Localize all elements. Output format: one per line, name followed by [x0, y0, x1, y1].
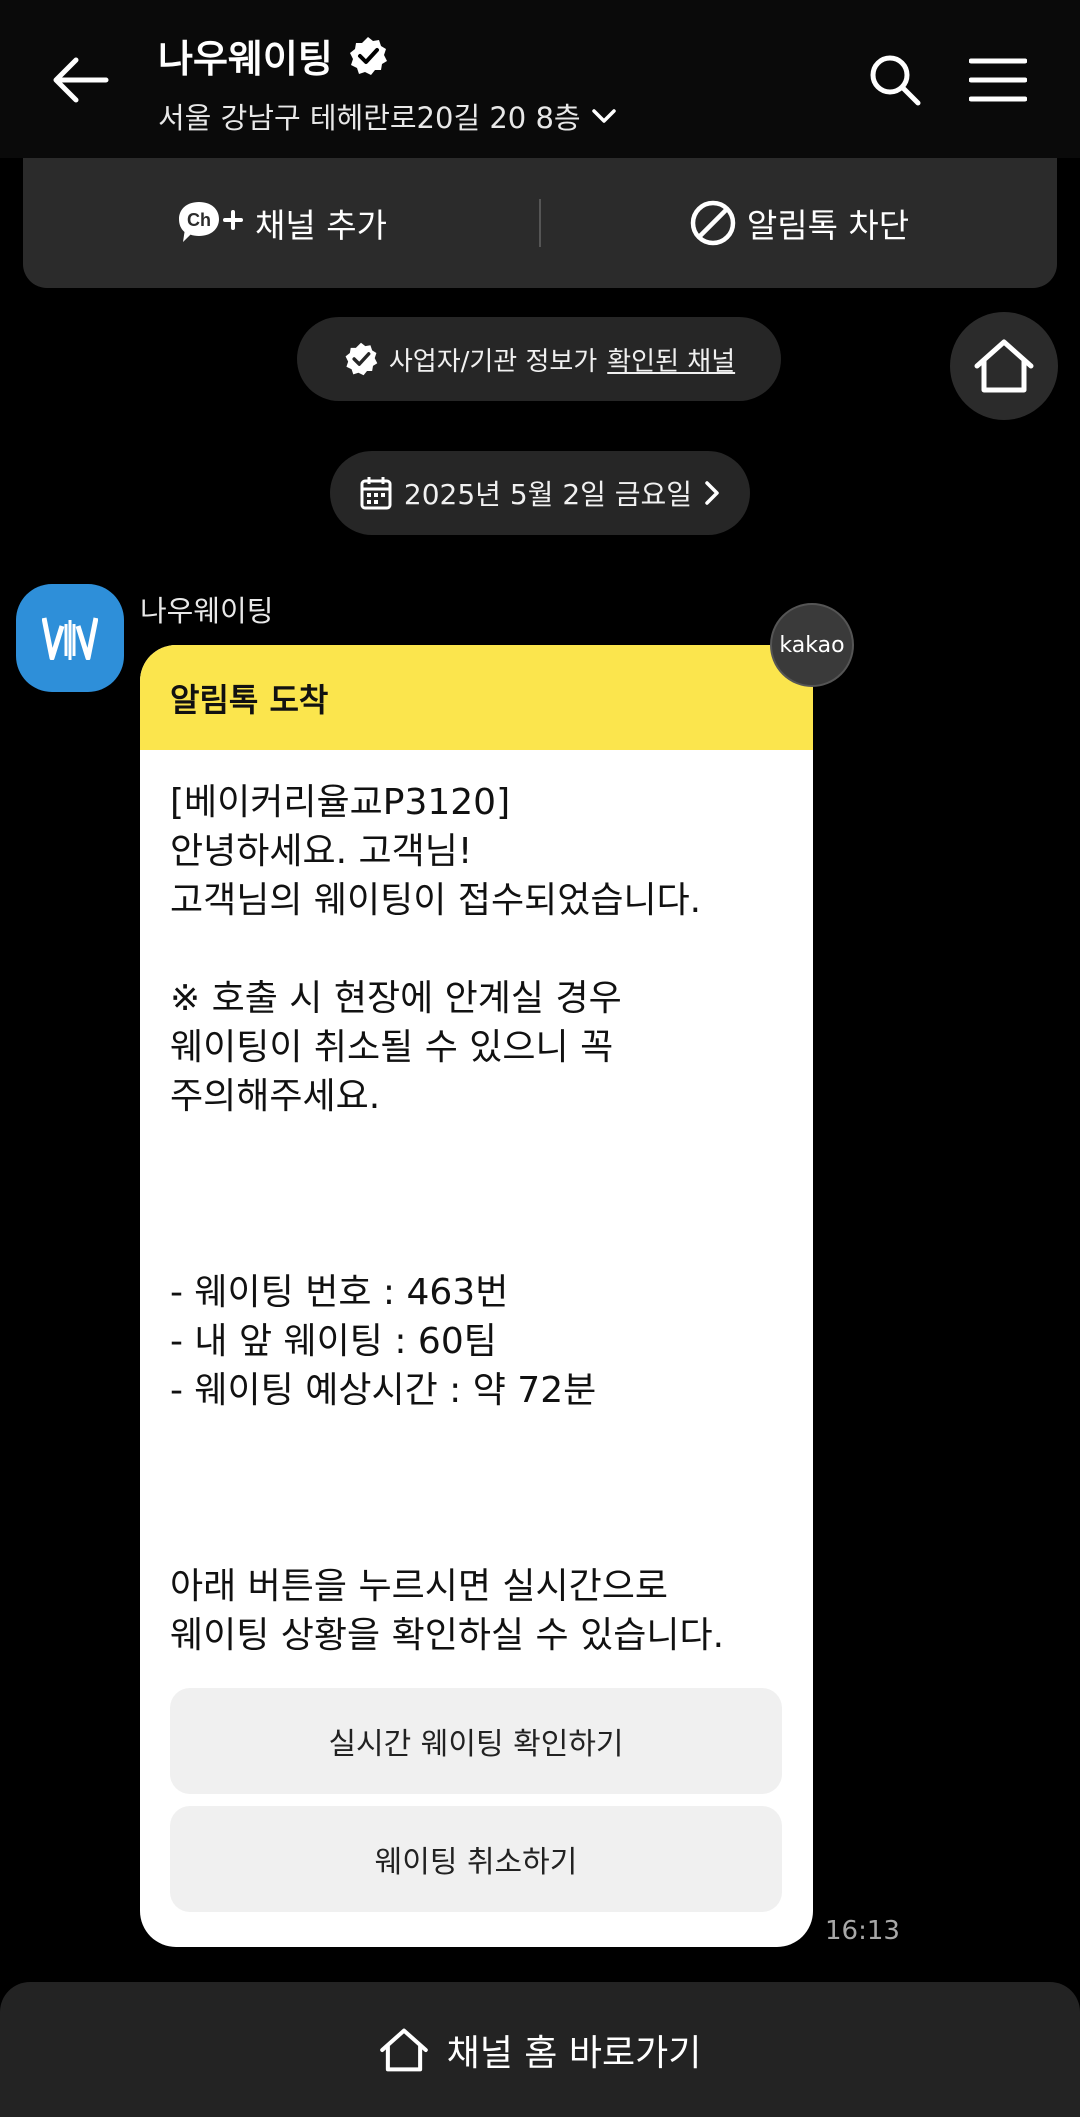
message-line: [170, 925, 783, 974]
arrow-left-icon: [53, 57, 109, 103]
channel-home-shortcut-label: 채널 홈 바로가기: [446, 2032, 702, 2074]
message-line: 아래 버튼을 누르시면 실시간으로: [170, 1566, 669, 1607]
chevron-right-icon: [705, 481, 719, 505]
date-divider[interactable]: 2025년 5월 2일 금요일: [330, 451, 750, 535]
channel-home-shortcut-button[interactable]: 채널 홈 바로가기: [0, 1982, 1080, 2117]
alimtalk-message-bubble: 알림톡 도착 [베이커리율교P3120] 안녕하세요. 고객님! 고객님의 웨이…: [140, 645, 813, 1947]
back-button[interactable]: [40, 40, 120, 120]
search-button[interactable]: [855, 40, 935, 120]
message-line: ※ 호출 시 현장에 안계실 경우: [170, 978, 622, 1019]
add-channel-button[interactable]: Ch 채널 추가: [23, 158, 539, 288]
block-notification-label: 알림톡 차단: [746, 206, 910, 245]
message-line: [170, 1170, 783, 1219]
calendar-icon: [360, 477, 392, 510]
channel-action-bar: Ch 채널 추가 알림톡 차단: [23, 158, 1057, 288]
date-label: 2025년 5월 2일 금요일: [403, 478, 693, 511]
channel-home-floating-button[interactable]: [950, 312, 1058, 420]
verified-prefix: 사업자/기관 정보가: [388, 346, 598, 377]
message-line: [170, 1219, 783, 1268]
verified-badge-icon: [345, 342, 378, 376]
verified-badge-icon: [349, 36, 387, 75]
message-line: [베이커리율교P3120]: [170, 782, 511, 823]
message-header: 알림톡 도착: [140, 645, 813, 750]
sender-avatar[interactable]: [16, 584, 124, 692]
message-line: 고객님의 웨이팅이 접수되었습니다.: [170, 880, 702, 921]
channel-add-icon: Ch: [179, 202, 244, 242]
cancel-waiting-button[interactable]: 웨이팅 취소하기: [170, 1806, 782, 1912]
message-line: 웨이팅이 취소될 수 있으니 꼭: [170, 1027, 614, 1068]
home-icon: [974, 339, 1034, 393]
channel-title-block[interactable]: 나우웨이팅 서울 강남구 테헤란로20길 20 8층: [158, 28, 617, 137]
verified-channel-notice[interactable]: 사업자/기관 정보가 확인된 채널: [297, 317, 781, 401]
verified-channel-link[interactable]: 확인된 채널: [607, 341, 735, 378]
menu-button[interactable]: [958, 40, 1038, 120]
message-line: [170, 1513, 783, 1562]
message-line: - 내 앞 웨이팅 : 60팀: [170, 1321, 497, 1362]
message-line: 주의해주세요.: [170, 1076, 381, 1117]
message-line: 안녕하세요. 고객님!: [170, 831, 473, 872]
add-channel-label: 채널 추가: [255, 206, 387, 245]
check-live-waiting-button[interactable]: 실시간 웨이팅 확인하기: [170, 1688, 782, 1794]
search-icon: [870, 55, 921, 106]
message-timestamp: 16:13: [825, 1916, 900, 1946]
block-notification-button[interactable]: 알림톡 차단: [541, 158, 1057, 288]
message-line: [170, 1121, 783, 1170]
block-icon: [690, 200, 736, 246]
message-line: - 웨이팅 번호 : 463번: [170, 1272, 509, 1313]
channel-title: 나우웨이팅: [158, 37, 333, 81]
ch-badge-text: Ch: [187, 210, 211, 230]
home-icon: [379, 2028, 428, 2071]
message-line: [170, 1464, 783, 1513]
message-line: - 웨이팅 예상시간 : 약 72분: [170, 1370, 597, 1411]
nowwaiting-logo-icon: [42, 617, 98, 660]
hamburger-menu-icon: [969, 58, 1027, 102]
top-app-bar: 나우웨이팅 서울 강남구 테헤란로20길 20 8층: [0, 0, 1080, 158]
message-line: 웨이팅 상황을 확인하실 수 있습니다.: [170, 1615, 725, 1656]
sender-name: 나우웨이팅: [140, 594, 274, 628]
message-body: [베이커리율교P3120] 안녕하세요. 고객님! 고객님의 웨이팅이 접수되었…: [140, 750, 813, 1660]
channel-address: 서울 강남구 테헤란로20길 20 8층: [158, 101, 581, 135]
message-line: [170, 1415, 783, 1464]
kakao-badge: kakao: [770, 603, 854, 687]
chevron-down-icon[interactable]: [591, 107, 617, 125]
